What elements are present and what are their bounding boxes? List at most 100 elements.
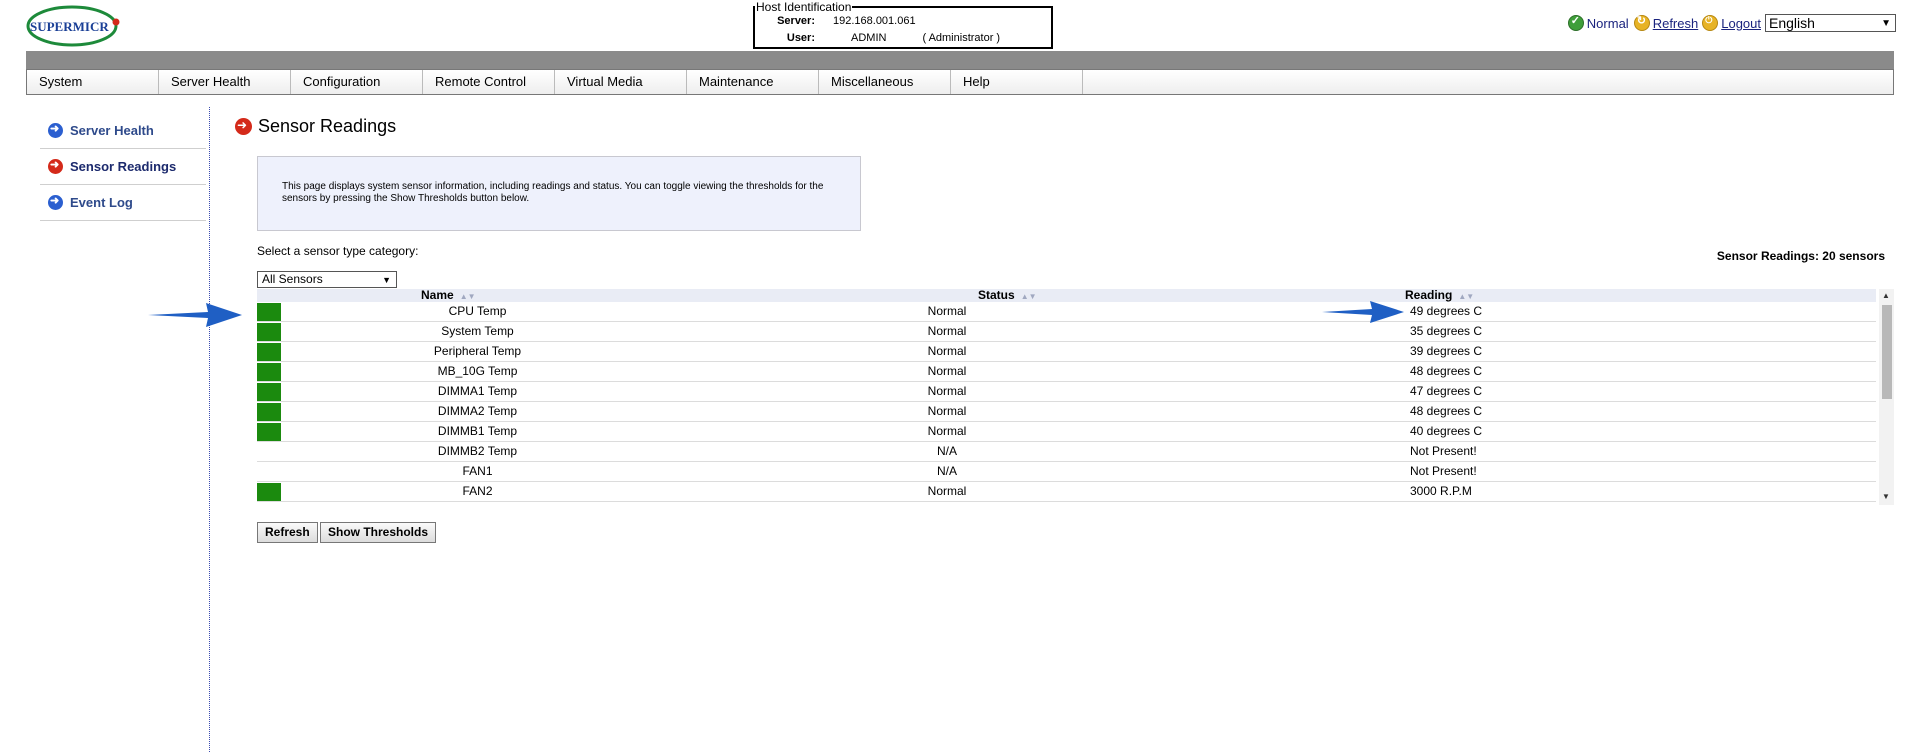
status-indicator bbox=[257, 403, 281, 421]
table-row[interactable]: FAN1 N/A Not Present! bbox=[257, 462, 1876, 482]
table-scrollbar[interactable]: ▲ ▼ bbox=[1879, 289, 1894, 505]
sort-icon: ▲▼ bbox=[459, 292, 476, 301]
status-indicator bbox=[257, 363, 281, 381]
user-role: ( Administrator ) bbox=[922, 32, 1001, 44]
sensor-name: DIMMB1 Temp bbox=[437, 424, 518, 438]
sensor-status: Normal bbox=[927, 304, 967, 318]
sensor-name: DIMMA2 Temp bbox=[437, 404, 518, 418]
annotation-arrow-left bbox=[148, 303, 242, 327]
sensor-status: Normal bbox=[927, 344, 967, 358]
info-box: This page displays system sensor informa… bbox=[257, 156, 861, 231]
arrow-right-blue-icon bbox=[48, 122, 63, 138]
column-header-name[interactable]: Name ▲▼ bbox=[421, 289, 476, 303]
sensor-reading: 3000 R.P.M bbox=[1410, 484, 1472, 498]
sensor-name: DIMMA1 Temp bbox=[437, 384, 518, 398]
sensor-name: DIMMB2 Temp bbox=[437, 444, 518, 458]
sensor-status: Normal bbox=[927, 484, 967, 498]
sort-icon: ▲▼ bbox=[1020, 292, 1037, 301]
sensor-status: N/A bbox=[936, 464, 957, 478]
status-indicator bbox=[257, 383, 281, 401]
sensor-reading: 48 degrees C bbox=[1410, 404, 1483, 418]
page-title-area: Sensor Readings bbox=[235, 116, 396, 137]
supermicro-logo: SUPERMICR bbox=[26, 5, 120, 47]
sensor-name: System Temp bbox=[441, 324, 514, 338]
nav-help[interactable]: Help bbox=[951, 70, 1083, 94]
nav-miscellaneous[interactable]: Miscellaneous bbox=[819, 70, 951, 94]
table-row[interactable]: DIMMB1 Temp Normal 40 degrees C bbox=[257, 422, 1876, 442]
table-row[interactable]: FAN2 Normal 3000 R.P.M bbox=[257, 482, 1876, 502]
header-refresh-link[interactable]: Refresh bbox=[1653, 16, 1699, 31]
sidebar-item-label: Server Health bbox=[70, 123, 154, 138]
annotation-arrow-reading bbox=[1322, 301, 1404, 323]
host-identification: Host Identification Server: 192.168.001.0… bbox=[753, 1, 1053, 49]
sensor-reading: 47 degrees C bbox=[1410, 384, 1483, 398]
sensor-reading: 48 degrees C bbox=[1410, 364, 1483, 378]
nav-maintenance[interactable]: Maintenance bbox=[687, 70, 819, 94]
page-title: Sensor Readings bbox=[258, 116, 397, 136]
table-row[interactable]: System Temp Normal 35 degrees C bbox=[257, 322, 1876, 342]
system-status-text: Normal bbox=[1586, 15, 1629, 31]
nav-server-health[interactable]: Server Health bbox=[159, 70, 291, 94]
sidebar-item-label: Event Log bbox=[70, 195, 133, 210]
column-header-reading[interactable]: Reading ▲▼ bbox=[1405, 289, 1474, 303]
chevron-down-icon: ▼ bbox=[1881, 18, 1891, 29]
nav-system[interactable]: System bbox=[27, 70, 159, 94]
sidebar-item-label: Sensor Readings bbox=[70, 159, 177, 174]
nav-remote-control[interactable]: Remote Control bbox=[423, 70, 555, 94]
table-row[interactable]: MB_10G Temp Normal 48 degrees C bbox=[257, 362, 1876, 382]
sidebar-item-sensor-readings[interactable]: Sensor Readings bbox=[40, 149, 206, 185]
table-row[interactable]: DIMMB2 Temp N/A Not Present! bbox=[257, 442, 1876, 462]
refresh-icon[interactable] bbox=[1633, 14, 1650, 31]
sensor-status: Normal bbox=[927, 404, 967, 418]
host-server-row: Server: 192.168.001.061 bbox=[755, 15, 916, 28]
status-indicator bbox=[257, 483, 281, 501]
main-nav: System Server Health Configuration Remot… bbox=[26, 69, 1894, 95]
scroll-up-icon[interactable]: ▲ bbox=[1882, 291, 1890, 300]
user-label: User: bbox=[786, 32, 815, 44]
table-row[interactable]: DIMMA1 Temp Normal 47 degrees C bbox=[257, 382, 1876, 402]
arrow-right-blue-icon bbox=[48, 194, 63, 210]
sidebar: Server Health Sensor Readings Event Log bbox=[40, 113, 206, 221]
scroll-down-icon[interactable]: ▼ bbox=[1882, 492, 1890, 501]
sidebar-item-event-log[interactable]: Event Log bbox=[40, 185, 206, 221]
sidebar-item-server-health[interactable]: Server Health bbox=[40, 113, 206, 149]
host-user-row: User: ADMIN ( Administrator ) bbox=[755, 32, 1000, 45]
show-thresholds-button[interactable]: Show Thresholds bbox=[320, 522, 437, 543]
header-logout-link[interactable]: Logout bbox=[1721, 16, 1761, 31]
header-band bbox=[26, 51, 1894, 69]
sensor-status: Normal bbox=[927, 384, 967, 398]
table-header: Name ▲▼ Status ▲▼ Reading ▲▼ bbox=[257, 289, 1876, 302]
host-identification-legend: Host Identification bbox=[755, 0, 853, 14]
sensor-reading: 49 degrees C bbox=[1410, 304, 1483, 318]
language-select[interactable]: English ▼ bbox=[1765, 14, 1896, 32]
arrow-right-red-icon bbox=[48, 158, 63, 174]
table-row[interactable]: Peripheral Temp Normal 39 degrees C bbox=[257, 342, 1876, 362]
sensor-reading: Not Present! bbox=[1410, 464, 1477, 478]
sensor-status: Normal bbox=[927, 364, 967, 378]
sensor-type-select-value: All Sensors bbox=[262, 272, 323, 286]
sensor-type-select[interactable]: All Sensors ▼ bbox=[257, 271, 397, 288]
header-status-area: Normal Refresh Logout English ▼ bbox=[1567, 14, 1896, 32]
sensor-reading: 39 degrees C bbox=[1410, 344, 1483, 358]
table-row[interactable]: CPU Temp Normal 49 degrees C bbox=[257, 302, 1876, 322]
scrollbar-thumb[interactable] bbox=[1882, 305, 1892, 399]
sensor-count: Sensor Readings: 20 sensors bbox=[1716, 249, 1885, 263]
sensor-reading: 35 degrees C bbox=[1410, 324, 1483, 338]
sensor-status: N/A bbox=[936, 444, 957, 458]
nav-configuration[interactable]: Configuration bbox=[291, 70, 423, 94]
status-ok-icon bbox=[1567, 14, 1584, 31]
sensor-name: CPU Temp bbox=[448, 304, 507, 318]
sensor-type-label: Select a sensor type category: bbox=[257, 244, 419, 258]
sensor-table: Name ▲▼ Status ▲▼ Reading ▲▼ CPU Temp Normal… bbox=[257, 289, 1894, 505]
logout-icon[interactable] bbox=[1702, 15, 1719, 31]
sidebar-divider bbox=[209, 107, 210, 752]
nav-virtual-media[interactable]: Virtual Media bbox=[555, 70, 687, 94]
sensor-reading: Not Present! bbox=[1410, 444, 1477, 458]
server-value: 192.168.001.061 bbox=[833, 15, 916, 27]
arrow-right-red-icon bbox=[235, 118, 252, 135]
sensor-name: FAN1 bbox=[462, 464, 493, 478]
table-row[interactable]: DIMMA2 Temp Normal 48 degrees C bbox=[257, 402, 1876, 422]
column-header-status[interactable]: Status ▲▼ bbox=[978, 289, 1037, 303]
status-indicator bbox=[257, 323, 281, 341]
refresh-button[interactable]: Refresh bbox=[257, 522, 318, 543]
